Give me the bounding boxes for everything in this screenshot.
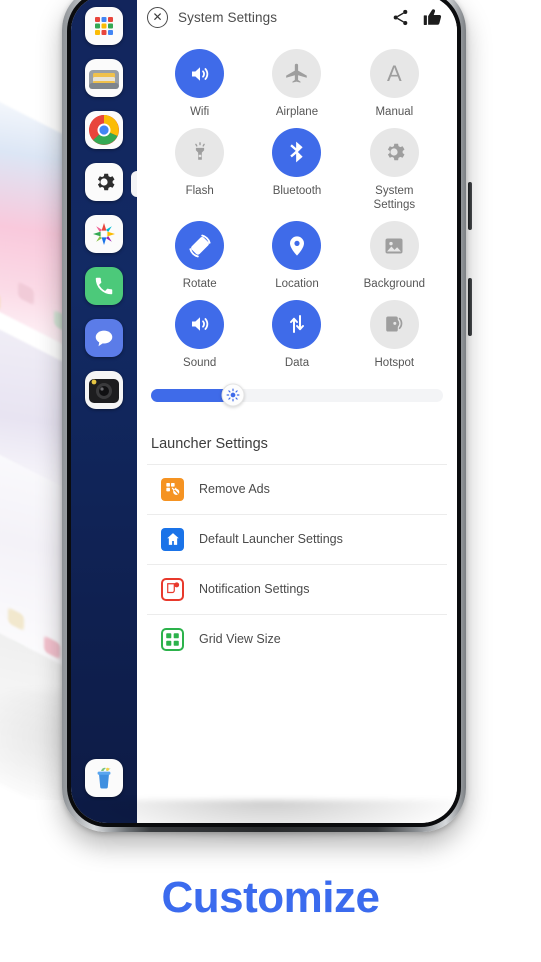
- phone-screen: ✕ System Settings Wifi Airplane A Manual…: [71, 0, 457, 823]
- toggle-label: Airplane: [275, 106, 319, 118]
- toggle-airplane[interactable]: Airplane: [248, 49, 345, 120]
- device-shadow: [70, 800, 466, 844]
- toggle-circle: [175, 299, 225, 349]
- toggle-circle: [272, 49, 322, 98]
- location-pin-icon: [289, 236, 304, 256]
- camera-icon: [89, 379, 119, 403]
- toggle-circle: [369, 127, 419, 177]
- phone-icon: [95, 277, 113, 295]
- remove-ads-icon: [161, 477, 184, 501]
- sidebar-item-gallery[interactable]: [85, 215, 123, 253]
- panel-header: ✕ System Settings: [137, 0, 457, 39]
- volume-icon: [191, 66, 208, 81]
- trash-icon: [97, 767, 111, 789]
- bluetooth-icon: [290, 141, 303, 163]
- toggle-wifi[interactable]: Wifi: [151, 49, 248, 120]
- sidebar-item-messages[interactable]: [85, 319, 123, 357]
- list-item-label: Default Launcher Settings: [199, 532, 343, 547]
- launcher-section-title: Launcher Settings: [151, 435, 268, 452]
- letter-a-icon: A: [386, 60, 402, 86]
- toggle-bluetooth[interactable]: Bluetooth: [248, 127, 345, 213]
- grid-view-icon: [161, 627, 184, 651]
- sidebar-item-phone[interactable]: [85, 267, 123, 305]
- image-icon: [385, 238, 403, 254]
- airplane-icon: [286, 63, 307, 83]
- toggle-system-settings[interactable]: System Settings: [346, 127, 443, 213]
- toggle-circle: [369, 299, 419, 349]
- rotate-icon: [189, 234, 211, 258]
- caption-text: Customize: [161, 873, 380, 922]
- volume-button[interactable]: [468, 182, 472, 230]
- sidebar-item-app-drawer[interactable]: [85, 7, 123, 45]
- files-icon: [89, 70, 119, 89]
- brightness-sun-icon: [226, 388, 240, 402]
- system-settings-panel: ✕ System Settings Wifi Airplane A Manual…: [137, 0, 457, 823]
- sidebar-item-chrome[interactable]: [85, 111, 123, 149]
- sidebar-item-camera[interactable]: [85, 371, 123, 409]
- page-title: System Settings: [178, 9, 278, 25]
- hotspot-icon: [386, 316, 403, 332]
- screenshot-stage: ✕ System Settings Wifi Airplane A Manual…: [0, 0, 541, 962]
- settings-gear-icon: [97, 173, 115, 191]
- brightness-thumb[interactable]: [221, 383, 245, 407]
- toggle-location[interactable]: Location: [248, 221, 345, 292]
- messages-icon: [95, 330, 113, 347]
- close-icon[interactable]: ✕: [147, 6, 168, 28]
- toggle-circle: [175, 49, 225, 98]
- list-item-remove-ads[interactable]: Remove Ads: [147, 463, 447, 514]
- list-item-label: Grid View Size: [199, 632, 281, 647]
- toggle-background[interactable]: Background: [346, 221, 443, 292]
- list-item-label: Remove Ads: [199, 482, 270, 497]
- gallery-icon: [93, 223, 115, 245]
- volume-icon: [191, 317, 208, 332]
- toggle-label: Rotate: [182, 278, 217, 291]
- phone-bezel: ✕ System Settings Wifi Airplane A Manual…: [67, 0, 461, 827]
- toggle-label: Background: [363, 278, 426, 291]
- toggle-circle: [272, 299, 322, 349]
- brightness-slider-wrap: [137, 375, 457, 407]
- toggle-hotspot[interactable]: Hotspot: [346, 299, 443, 371]
- sidebar-item-files[interactable]: [85, 59, 123, 97]
- thumbs-up-icon[interactable]: [421, 6, 443, 28]
- toggle-label: System Settings: [373, 184, 416, 212]
- toggle-circle: [175, 127, 225, 177]
- app-drawer-icon: [95, 17, 113, 35]
- gear-icon: [388, 143, 405, 161]
- phone-device: ✕ System Settings Wifi Airplane A Manual…: [62, 0, 472, 832]
- toggle-label: Location: [275, 278, 319, 291]
- sidebar-item-settings[interactable]: [85, 163, 123, 201]
- toggle-circle: A: [369, 49, 419, 98]
- toggle-circle: [369, 221, 419, 271]
- toggle-data[interactable]: Data: [248, 299, 345, 371]
- toggle-label: Data: [284, 356, 310, 369]
- toggle-rotate[interactable]: Rotate: [151, 221, 248, 292]
- toggle-circle: [175, 221, 225, 271]
- quick-toggle-grid: Wifi Airplane A Manual Flash Bluetooth S…: [137, 39, 457, 375]
- sidebar-item-trash[interactable]: [85, 759, 123, 797]
- flashlight-icon: [194, 142, 205, 161]
- brightness-slider[interactable]: [151, 383, 443, 407]
- launcher-sidebar[interactable]: [71, 0, 138, 823]
- toggle-label: Bluetooth: [272, 184, 322, 197]
- toggle-label: Flash: [185, 184, 214, 197]
- list-item-default-launcher-settings[interactable]: Default Launcher Settings: [147, 513, 447, 564]
- power-button[interactable]: [468, 278, 472, 336]
- toggle-label: Manual: [375, 106, 414, 118]
- chrome-icon: [89, 115, 119, 145]
- list-item-notification-settings[interactable]: Notification Settings: [147, 563, 447, 614]
- data-arrows-icon: [289, 315, 304, 334]
- notification-icon: [161, 577, 184, 601]
- list-item-label: Notification Settings: [199, 582, 310, 597]
- toggle-label: Hotspot: [374, 356, 415, 369]
- share-icon[interactable]: [389, 6, 411, 28]
- toggle-label: Sound: [183, 356, 217, 369]
- toggle-circle: [272, 221, 322, 271]
- list-item-grid-view-size[interactable]: Grid View Size: [147, 613, 447, 664]
- toggle-manual[interactable]: A Manual: [346, 49, 443, 120]
- toggle-label: Wifi: [190, 106, 210, 118]
- toggle-sound[interactable]: Sound: [151, 299, 248, 371]
- home-icon: [161, 527, 184, 551]
- toggle-circle: [272, 127, 322, 177]
- toggle-flash[interactable]: Flash: [151, 127, 248, 213]
